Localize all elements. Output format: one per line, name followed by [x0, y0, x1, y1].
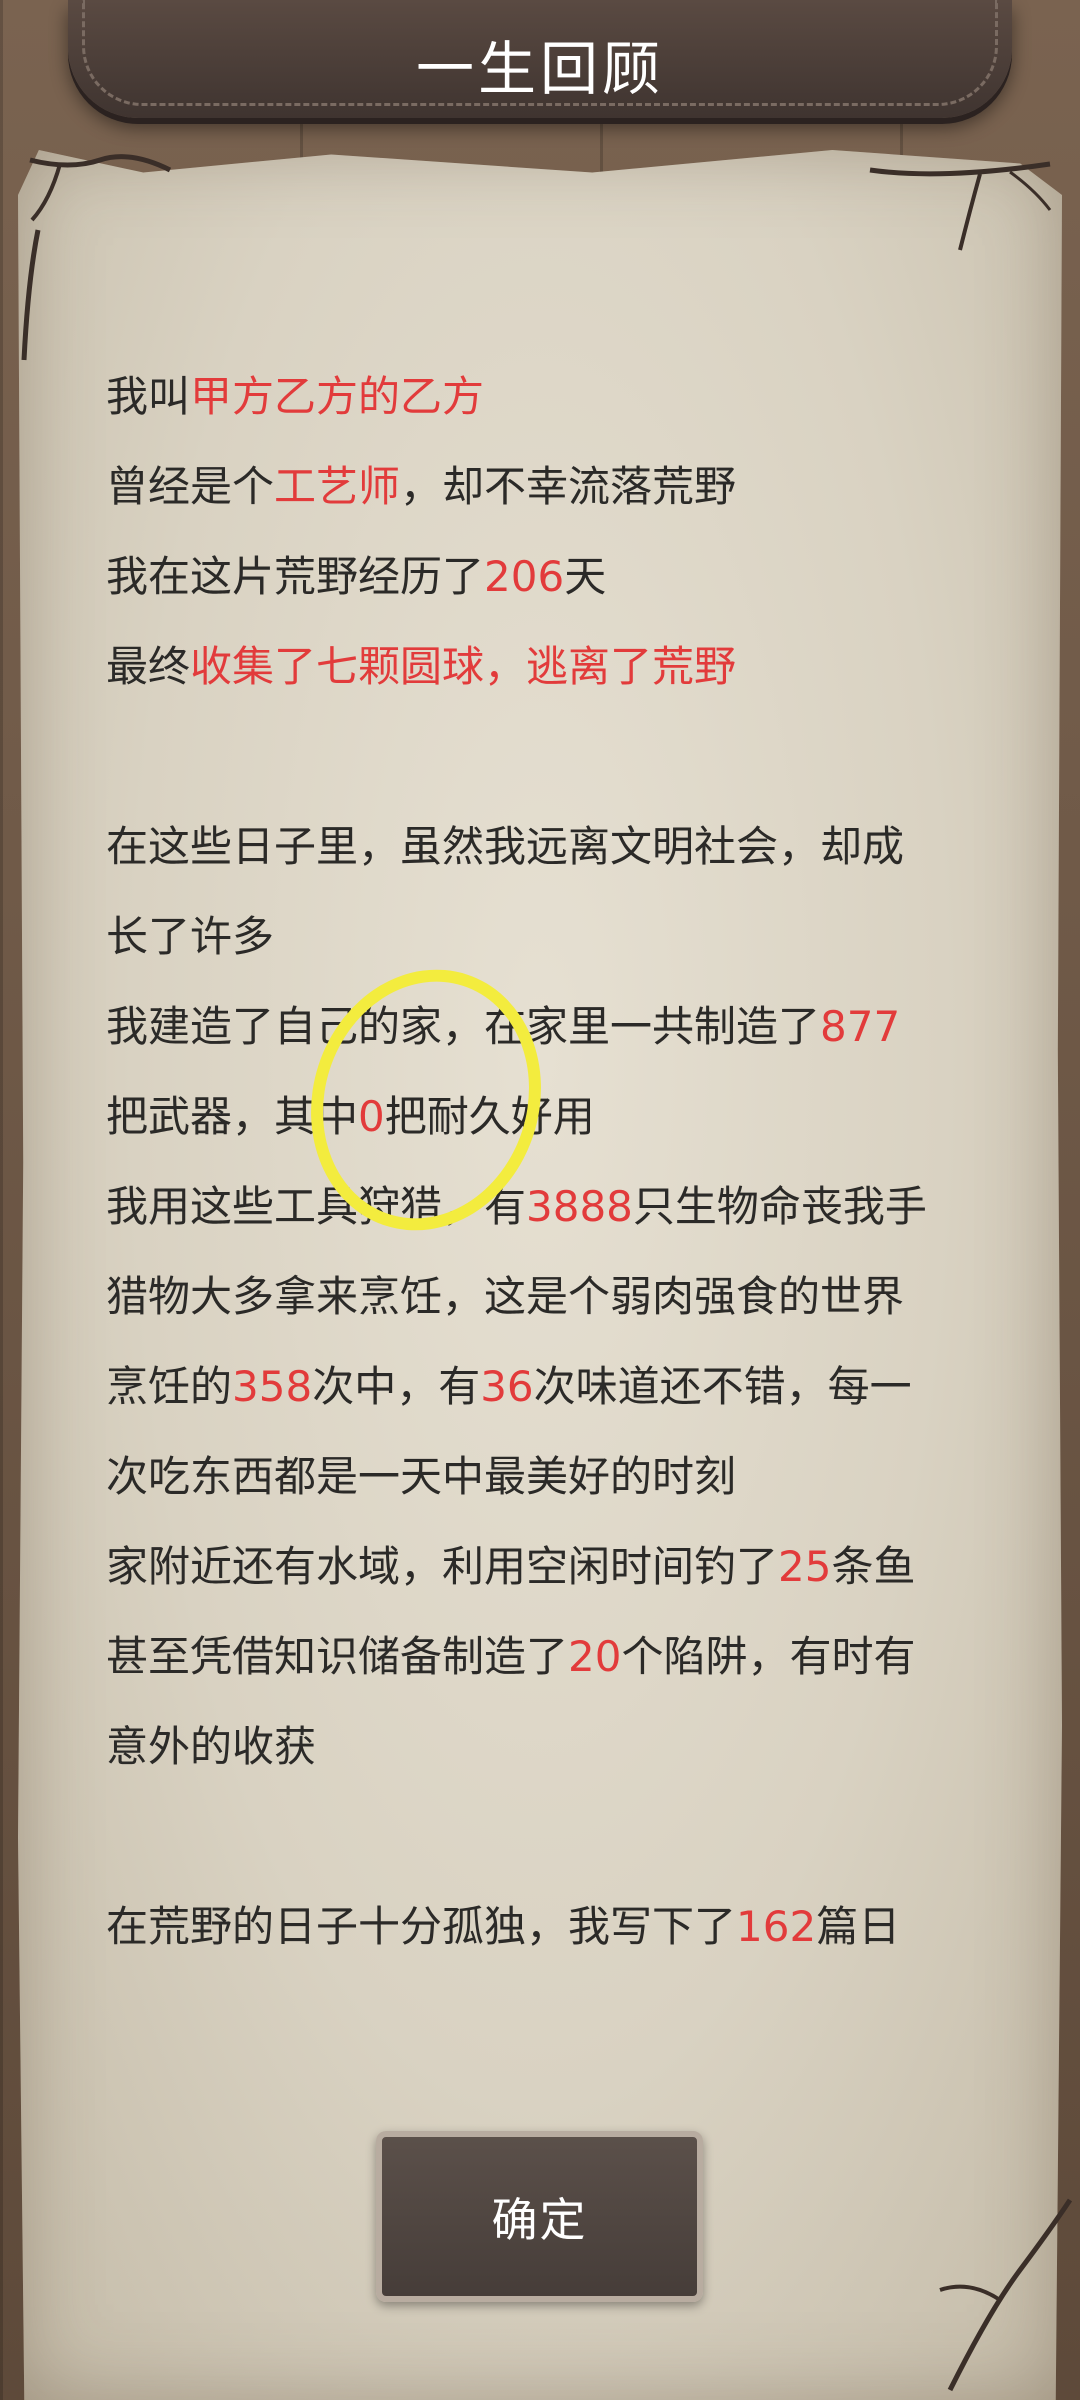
text-segment: 曾经是个: [106, 462, 275, 511]
text-segment: 我叫: [106, 372, 191, 421]
story-line: 最终收集了七颗圆球，逃离了荒野: [106, 622, 986, 712]
text-segment: 次中，有: [312, 1362, 481, 1411]
text-segment: 烹饪的: [106, 1362, 233, 1411]
text-segment: 篇日: [816, 1902, 901, 1951]
confirm-button[interactable]: 确定: [376, 2131, 703, 2302]
text-segment: 甚至凭借知识储备制造了: [106, 1632, 569, 1681]
story-line: 烹饪的358次中，有36次味道还不错，每一: [106, 1342, 986, 1432]
text-segment: 个陷阱，有时有: [621, 1632, 916, 1681]
text-segment: 天: [564, 552, 607, 601]
weapons-value: 877: [820, 1002, 901, 1051]
branch-decoration-right: [869, 161, 1052, 251]
page-title: 一生回顾: [415, 35, 664, 103]
story-line: 我用这些工具狩猎，有3888只生物命丧我手: [106, 1162, 986, 1252]
story-line: 我叫甲方乙方的乙方: [106, 352, 986, 442]
story-line: 在荒野的日子十分孤独，我写下了162篇日: [106, 1882, 986, 1972]
profession-value: 工艺师: [274, 462, 401, 511]
tasty-value: 36: [480, 1362, 534, 1411]
kills-value: 3888: [526, 1182, 633, 1231]
story-line: 猎物大多拿来烹饪，这是个弱肉强食的世界: [106, 1272, 905, 1321]
traps-value: 20: [568, 1632, 622, 1681]
life-review-text: 我叫甲方乙方的乙方 曾经是个工艺师，却不幸流落荒野 我在这片荒野经历了206天 …: [106, 352, 986, 1972]
story-line: 在这些日子里，虽然我远离文明社会，却成: [106, 822, 905, 871]
text-segment: 只生物命丧我手: [632, 1182, 927, 1231]
text-segment: ，却不幸流落荒野: [400, 462, 737, 511]
text-segment: 在荒野的日子十分孤独，我写下了: [106, 1902, 737, 1951]
story-line: 我在这片荒野经历了206天: [106, 532, 986, 622]
story-line: 次吃东西都是一天中最美好的时刻: [106, 1452, 737, 1501]
story-line: 长了许多: [106, 912, 275, 961]
days-value: 206: [484, 552, 565, 601]
branch-decoration-left: [21, 154, 172, 361]
diaries-value: 162: [736, 1902, 817, 1951]
story-line: 把武器，其中0把耐久好用: [106, 1072, 986, 1162]
cooks-value: 358: [232, 1362, 313, 1411]
story-line: 意外的收获: [106, 1722, 317, 1771]
branch-decoration-bottom: [939, 2198, 1073, 2392]
text-segment: 最终: [106, 642, 191, 691]
story-line: 甚至凭借知识储备制造了20个陷阱，有时有: [106, 1612, 986, 1702]
ending-value: 收集了七颗圆球，逃离了荒野: [190, 642, 737, 691]
text-segment: 条鱼: [831, 1542, 916, 1591]
story-line: 曾经是个工艺师，却不幸流落荒野: [106, 442, 986, 532]
text-segment: 家附近还有水域，利用空闲时间钓了: [106, 1542, 779, 1591]
text-segment: 次味道还不错，每一: [533, 1362, 912, 1411]
story-line: 我建造了自己的家，在家里一共制造了877: [106, 982, 986, 1072]
story-line: 家附近还有水域，利用空闲时间钓了25条鱼: [106, 1522, 986, 1612]
text-segment: 我在这片荒野经历了: [106, 552, 485, 601]
fish-value: 25: [778, 1542, 832, 1591]
player-name: 甲方乙方的乙方: [190, 372, 485, 421]
